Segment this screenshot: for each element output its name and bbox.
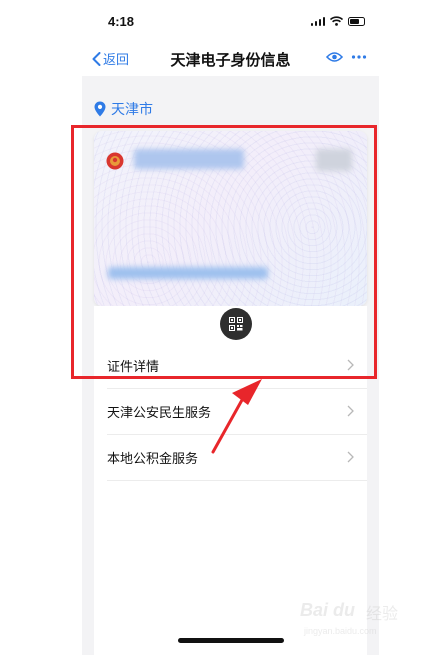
- divider: [107, 480, 367, 481]
- menu-item-label: 证件详情: [107, 358, 160, 374]
- nav-bar: 返回 天津电子身份信息: [82, 40, 379, 76]
- chevron-left-icon: [92, 51, 101, 66]
- location-label: 天津市: [111, 101, 153, 117]
- more-icon[interactable]: [351, 51, 367, 63]
- watermark-label: 经验: [366, 606, 399, 623]
- status-time: 4:18: [108, 14, 135, 29]
- qr-code-icon: [229, 317, 243, 331]
- back-button[interactable]: 返回: [92, 49, 129, 68]
- status-icons: [310, 16, 365, 26]
- menu-item-label: 本地公积金服务: [107, 450, 199, 466]
- menu-item-housing-fund[interactable]: 本地公积金服务: [94, 434, 367, 480]
- menu-item-police-services[interactable]: 天津公安民生服务: [94, 388, 367, 434]
- status-bar: 4:18: [82, 0, 379, 40]
- location-header: 天津市: [94, 99, 153, 119]
- wifi-icon: [330, 16, 343, 26]
- back-label: 返回: [103, 52, 130, 67]
- home-indicator: [178, 638, 284, 643]
- watermark-url: jingyan.baidu.com: [304, 626, 377, 636]
- menu-item-certificate-details[interactable]: 证件详情: [94, 342, 367, 388]
- blurred-id-number: [108, 267, 268, 279]
- menu-item-label: 天津公安民生服务: [107, 404, 212, 420]
- blurred-name-field: [134, 149, 244, 169]
- chevron-right-icon: [347, 359, 354, 371]
- watermark: Bai du 经验 jingyan.baidu.com: [300, 600, 410, 644]
- blurred-id-tag: [316, 149, 352, 171]
- location-pin-icon: [94, 101, 106, 117]
- battery-icon: [348, 16, 365, 26]
- phone-screen: 4:18 返回 天津电子身份信息 天津市 证件详情 天津公安民生服务 本地公积金…: [82, 0, 379, 655]
- chevron-right-icon: [347, 405, 354, 417]
- signal-icon: [310, 16, 325, 26]
- qr-code-button[interactable]: [220, 308, 252, 340]
- national-emblem-icon: [106, 152, 124, 170]
- id-card[interactable]: [94, 131, 367, 306]
- watermark-brand: Bai du: [300, 600, 356, 620]
- chevron-right-icon: [347, 451, 354, 463]
- eye-icon[interactable]: [326, 51, 343, 63]
